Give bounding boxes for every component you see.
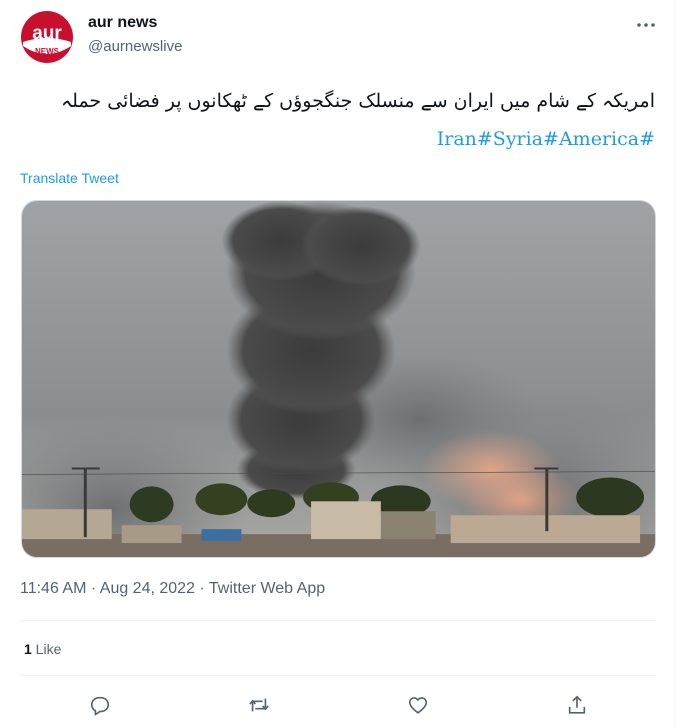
retweet-button[interactable] (246, 692, 272, 718)
more-dots-icon (637, 23, 655, 27)
meta-separator: · (86, 580, 100, 597)
author-name[interactable]: aur news (88, 14, 157, 32)
share-icon (568, 695, 586, 714)
aur-news-logo: aur NEWS (21, 11, 73, 63)
reply-button[interactable] (87, 692, 113, 718)
tweet-meta: 11:46 AM · Aug 24, 2022 · Twitter Web Ap… (20, 580, 325, 598)
tweet-image[interactable] (21, 200, 656, 558)
share-button[interactable] (564, 692, 590, 718)
tweet-source[interactable]: Twitter Web App (209, 580, 325, 597)
retweet-icon (249, 698, 269, 712)
author-handle[interactable]: @aurnewslive (88, 38, 182, 55)
tweet-text: امریکہ کے شام میں ایران سے منسلک جنگجوؤں… (61, 90, 655, 112)
hashtags-link[interactable]: Iran#Syria#America# (437, 128, 655, 150)
more-options-button[interactable] (636, 16, 656, 34)
svg-text:NEWS: NEWS (35, 47, 60, 56)
heart-icon (408, 697, 428, 714)
tweet-card: aur NEWS aur news @aurnewslive امریکہ کے… (0, 0, 676, 728)
like-button[interactable] (405, 692, 431, 718)
airstrike-smoke-photo (22, 201, 655, 557)
tweet-date[interactable]: Aug 24, 2022 (100, 580, 195, 597)
svg-text:aur: aur (32, 23, 62, 44)
reply-icon (90, 696, 110, 716)
likes-label: Like (31, 641, 62, 657)
divider (20, 620, 656, 621)
tweet-time[interactable]: 11:46 AM (20, 580, 86, 597)
likes-stat[interactable]: 1 Like (24, 641, 61, 657)
meta-separator: · (194, 580, 209, 597)
avatar[interactable]: aur NEWS (20, 10, 74, 64)
translate-tweet-link[interactable]: Translate Tweet (20, 170, 119, 186)
likes-count: 1 (24, 641, 32, 657)
divider (20, 675, 656, 676)
